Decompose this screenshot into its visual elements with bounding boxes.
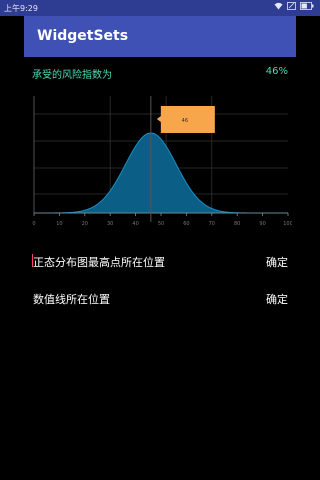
- signal-icon: [287, 2, 296, 14]
- normal-distribution-chart[interactable]: 0 10 20 30 40 50 60 70 80 90 100 46: [30, 92, 292, 234]
- status-time: 上午9:29: [4, 4, 38, 13]
- value-line-row: 数值线所在位置 确定: [32, 287, 288, 311]
- distribution-area: [34, 132, 288, 214]
- value-line-input[interactable]: 数值线所在位置: [33, 291, 110, 307]
- peak-position-row: 正态分布图最高点所在位置 确定: [32, 250, 288, 274]
- x-tick-label: 50: [158, 221, 164, 227]
- peak-confirm-button[interactable]: 确定: [266, 254, 288, 270]
- x-tick-label: 70: [209, 221, 215, 227]
- wifi-icon: [274, 2, 283, 14]
- risk-value: 46%: [265, 66, 288, 77]
- battery-icon: [300, 2, 314, 14]
- value-line-confirm-button[interactable]: 确定: [266, 291, 288, 307]
- x-tick-label: 80: [234, 221, 240, 227]
- status-icons: [274, 2, 314, 14]
- x-tick-label: 90: [259, 221, 265, 227]
- x-tick-label: 100: [283, 221, 292, 227]
- app-title: WidgetSets: [37, 28, 129, 44]
- status-bar: 上午9:29: [0, 0, 320, 16]
- x-tick-label: 0: [32, 221, 35, 227]
- x-tick-label: 60: [183, 221, 189, 227]
- tooltip-text: 46: [182, 118, 188, 124]
- risk-label: 承受的风险指数为: [32, 70, 112, 81]
- peak-position-input[interactable]: 正态分布图最高点所在位置: [33, 254, 165, 270]
- app-bar: WidgetSets: [24, 16, 296, 57]
- x-tick-label: 20: [82, 221, 88, 227]
- x-tick-label: 30: [107, 221, 113, 227]
- x-tick-label: 10: [56, 221, 62, 227]
- x-tick-label: 40: [132, 221, 138, 227]
